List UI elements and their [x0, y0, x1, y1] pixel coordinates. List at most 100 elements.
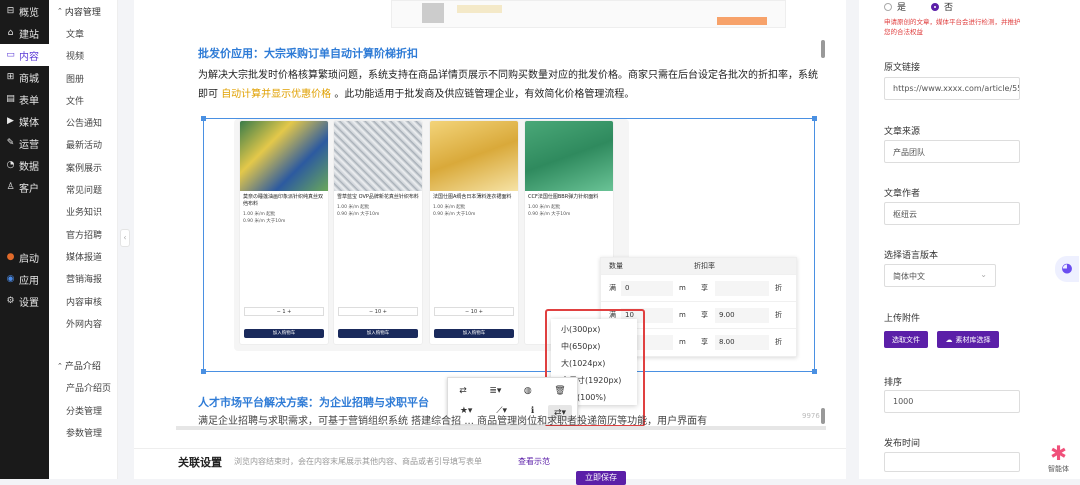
sidebar-item[interactable]: 分类管理 — [49, 399, 117, 421]
discount-d: 享 — [701, 311, 708, 319]
nav1-item[interactable]: ⌂ 建站 — [0, 22, 49, 44]
secondary-sidebar: ⌃ 内容管理 文章 视频 图册 文件 公告通知 最新活动 案例展示 常见问题 业务知识 官方招聘 媒体… — [49, 0, 118, 479]
nav1-item-label: 表单 — [19, 95, 39, 107]
section-heading-talent: 人才市场平台解决方案：为企业招聘与求职平台 — [198, 396, 429, 409]
sidebar-item[interactable]: 产品介绍页 — [49, 377, 117, 399]
ai-agent-button[interactable]: ✱ 智能体 — [1037, 442, 1080, 479]
nav1-item[interactable]: ▭ 内容 — [0, 44, 49, 66]
sidebar-item[interactable]: 文件 — [49, 89, 117, 111]
sidebar-item[interactable]: 最新活动 — [49, 134, 117, 156]
editor-vscrollbar-lower[interactable] — [821, 408, 825, 424]
product-card: 法国仕图A绸含日本薄料连衣裙面料 1.00 米/m 起批 0.90 米/m 大于10… — [429, 120, 519, 345]
nav1-item[interactable]: ⚙ 设置 — [0, 290, 49, 312]
sidebar-item[interactable]: 官方招聘 — [49, 223, 117, 245]
size-option[interactable]: 大(1024px) — [551, 355, 637, 372]
swap-icon[interactable]: ⇄ — [459, 386, 467, 396]
discount-v[interactable]: 0 — [621, 280, 673, 296]
sidebar-item[interactable]: 内容审核 — [49, 290, 117, 312]
choose-file-button[interactable]: 选取文件 — [884, 331, 928, 348]
article-source-input[interactable]: 产品团队 — [884, 140, 1020, 163]
sidebar-item[interactable]: 营销海报 — [49, 268, 117, 290]
article-source-label: 文章来源 — [884, 127, 921, 137]
size-option[interactable]: 中(650px) — [551, 338, 637, 355]
content-icon: ▭ — [6, 50, 15, 60]
view-example-link[interactable]: 查看示范 — [518, 456, 550, 467]
sparkle-icon: ✱ — [1050, 441, 1067, 465]
nav1-item[interactable]: ⊞ 商城 — [0, 66, 49, 88]
source-url-label: 原文链接 — [884, 63, 921, 73]
nav1-item[interactable]: ◔ 数据 — [0, 154, 49, 176]
sidebar-item[interactable]: 业务知识 — [49, 201, 117, 223]
data-icon: ◔ — [6, 160, 15, 170]
sidebar-item[interactable]: 公告通知 — [49, 111, 117, 133]
nav1-item[interactable]: ◉ 应用 — [0, 268, 49, 290]
discount-u: m — [679, 311, 686, 319]
discount-u: m — [679, 338, 686, 346]
sidebar-item[interactable]: 媒体报道 — [49, 245, 117, 267]
sidebar-item[interactable]: 参数管理 — [49, 421, 117, 443]
editor-vscrollbar[interactable] — [821, 40, 825, 58]
sidebar-item[interactable]: 常见问题 — [49, 178, 117, 200]
size-option[interactable]: 小(300px) — [551, 321, 637, 338]
chevron-up-icon: ⌃ — [57, 7, 63, 16]
sort-label: 排序 — [884, 378, 903, 388]
publish-time-input[interactable] — [884, 452, 1020, 472]
launch-icon: ● — [6, 252, 15, 262]
apps-icon: ◉ — [6, 274, 15, 284]
customer-icon: ♙ — [6, 182, 15, 192]
nav-group-product[interactable]: ⌃ 产品介绍 — [49, 354, 117, 376]
rich-text-editor[interactable]: 批发价应用：大宗采购订单自动计算阶梯折扣 为解决大宗批发时价格核算繁琐问题，系统… — [176, 0, 826, 430]
discount-d: 享 — [701, 338, 708, 346]
language-label: 选择语言版本 — [884, 251, 939, 261]
build-icon: ⌂ — [7, 28, 14, 38]
radio-no[interactable] — [931, 2, 940, 11]
editor-hscrollbar[interactable] — [176, 426, 826, 430]
sidebar-item[interactable]: 视频 — [49, 45, 117, 67]
cloud-icon: ☁ — [945, 335, 953, 344]
nav1-item-label: 应用 — [19, 275, 39, 287]
nav1-item[interactable]: ▤ 表单 — [0, 88, 49, 110]
save-button[interactable]: 立即保存 — [576, 471, 626, 485]
radio-yes[interactable] — [884, 2, 892, 11]
nav1-item-label: 客户 — [19, 183, 39, 195]
nav1-item[interactable]: ▶ 媒体 — [0, 110, 49, 132]
material-library-button[interactable]: ☁ 素材库选择 — [937, 331, 999, 348]
discount-z: 折 — [775, 311, 782, 319]
product-card: 莫奈の睡莲油画印象派针织纯真丝双绉布料 1.00 米/m 起批 0.90 米/m 大… — [239, 120, 329, 345]
settings-panel: 是 否 申请原创的文章，媒体平台会进行检测，并推护您的合法权益 原文链接 htt… — [859, 0, 1080, 479]
source-url-input[interactable]: https://www.xxxx.com/article/556593 — [884, 77, 1020, 100]
sidebar-item[interactable]: 外网内容 — [49, 312, 117, 334]
discount-z: 折 — [775, 284, 782, 292]
primary-sidebar: ⊟ 概览 ⌂ 建站 ▭ 内容 ⊞ 商城 ▤ 表单 ▶ 媒体 ✎ 运营 ◔ 数据 ♙ 客户 ● 启动 ◉ 应用 ⚙ 设置 — [0, 0, 49, 479]
sidebar-item[interactable]: 案例展示 — [49, 156, 117, 178]
collapse-sidebar-button[interactable]: ‹ — [120, 229, 130, 247]
nav1-item-label: 媒体 — [19, 117, 39, 129]
discount-z: 折 — [775, 338, 782, 346]
discount-r[interactable]: 8.00 — [715, 334, 769, 350]
nav1-item-label: 启动 — [19, 253, 39, 265]
nav-group-content[interactable]: ⌃ 内容管理 — [49, 0, 117, 22]
author-input[interactable]: 枢纽云 — [884, 202, 1020, 225]
nav1-item[interactable]: ♙ 客户 — [0, 176, 49, 198]
product-card: 雪草蓝宝 OVP品牌新花真丝针织布料 1.00 米/m 起批 0.90 米/m 大于… — [333, 120, 423, 345]
discount-r[interactable]: 9.00 — [715, 307, 769, 323]
sidebar-item[interactable]: 文章 — [49, 22, 117, 44]
sidebar-item[interactable]: 图册 — [49, 67, 117, 89]
language-select[interactable]: 简体中文 ⌄ — [884, 264, 996, 287]
discount-u: m — [679, 284, 686, 292]
nav1-item-label: 运营 — [19, 139, 39, 151]
nav1-item[interactable]: ✎ 运营 — [0, 132, 49, 154]
assistant-icon[interactable]: ◕ — [1055, 256, 1079, 282]
align-icon[interactable]: ≣▾ — [489, 386, 501, 396]
settings-icon: ⚙ — [6, 296, 15, 306]
comment-icon[interactable]: ◍ — [524, 386, 532, 396]
related-settings-desc: 浏览内容结束时，会在内容末尾展示其他内容、商品或者引导填写表单 — [234, 457, 482, 466]
discount-row: 满0m 享 折 — [601, 274, 796, 301]
original-warning: 申请原创的文章，媒体平台会进行检测，并推护您的合法权益 — [884, 18, 1021, 36]
delete-icon[interactable]: 🗑 — [554, 386, 565, 396]
sort-input[interactable]: 1000 — [884, 390, 1020, 413]
nav1-item-label: 数据 — [19, 161, 39, 173]
nav1-item[interactable]: ● 启动 — [0, 246, 49, 268]
discount-r[interactable] — [715, 280, 769, 296]
nav1-item[interactable]: ⊟ 概览 — [0, 0, 49, 22]
